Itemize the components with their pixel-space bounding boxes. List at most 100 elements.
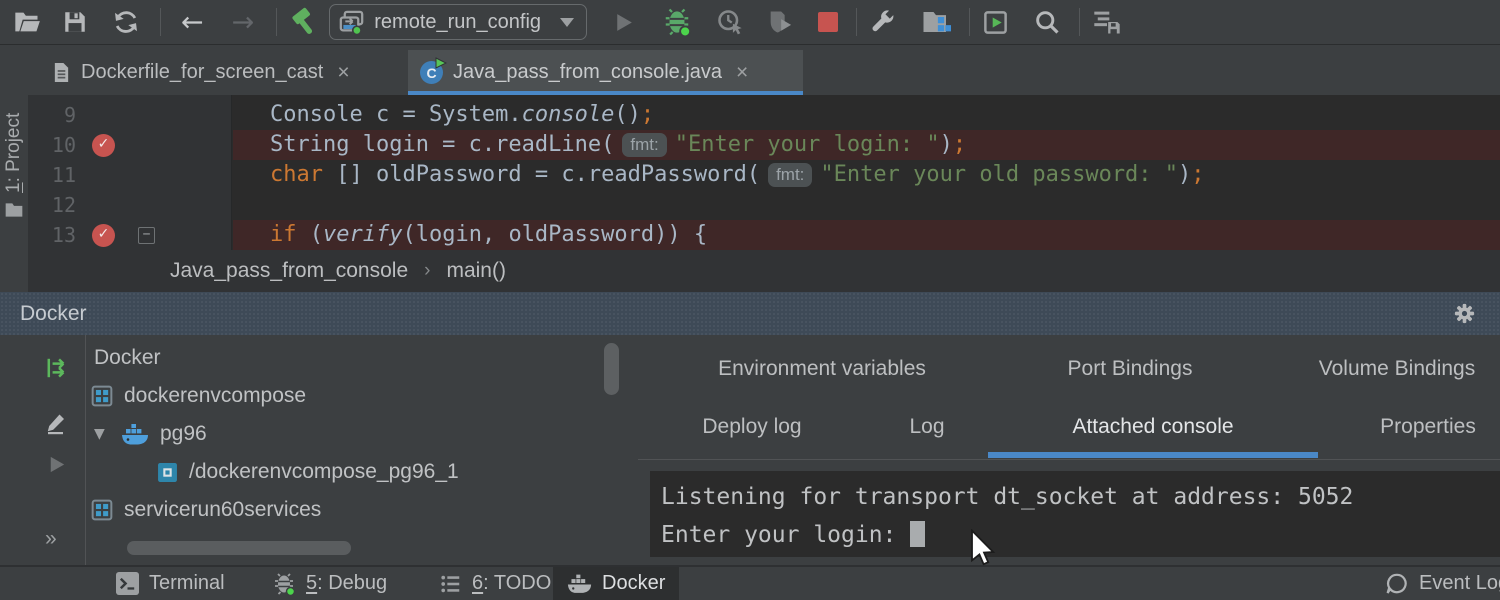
toolbar-separator	[160, 8, 161, 36]
debug-icon[interactable]	[662, 7, 692, 37]
code-line-breakpoint: if (verify(login, oldPassword)) {	[233, 220, 1500, 250]
tab-label: Dockerfile_for_screen_cast	[81, 61, 323, 84]
toolbar-separator	[276, 8, 277, 36]
code-line	[233, 190, 1500, 220]
tab-log[interactable]: Log	[909, 415, 944, 439]
line-number: 11	[28, 163, 76, 187]
run-configuration-label: remote_run_config	[374, 11, 541, 34]
statusbar-item-terminal[interactable]: Terminal	[116, 567, 225, 600]
gear-icon[interactable]	[1453, 302, 1476, 325]
statusbar-label: Terminal	[149, 572, 225, 595]
close-icon[interactable]: ×	[736, 63, 748, 83]
tree-item-servicerun60services[interactable]: servicerun60services	[86, 491, 628, 529]
breakpoint-icon[interactable]	[92, 134, 115, 157]
edit-pencil-icon[interactable]	[45, 411, 69, 435]
close-icon[interactable]: ×	[337, 63, 349, 83]
tree-item-container[interactable]: /dockerenvcompose_pg96_1	[86, 453, 628, 491]
statusbar-label: 5: Debug	[306, 572, 387, 595]
code-line: Console c = System.console();	[233, 100, 1500, 130]
editor-gutter: 9 10 11 12 13	[28, 95, 232, 250]
attached-console-output[interactable]: Listening for transport dt_socket at add…	[650, 471, 1500, 557]
coverage-icon[interactable]	[716, 8, 744, 36]
save-icon[interactable]	[62, 9, 88, 35]
project-folder-icon	[4, 200, 24, 220]
code-line-breakpoint: String login = c.readLine(fmt:"Enter you…	[233, 130, 1500, 160]
fold-collapse-icon[interactable]	[138, 227, 155, 244]
tree-item-pg96[interactable]: ▼ pg96	[86, 415, 628, 453]
breadcrumb: Java_pass_from_console › main()	[28, 250, 1500, 292]
sidebar-item-project[interactable]: 1: Project	[0, 106, 28, 220]
docker-tree: Docker dockerenvcompose ▼ pg96 /dockere	[86, 335, 628, 565]
project-structure-icon[interactable]	[921, 7, 951, 37]
breadcrumb-file[interactable]: Java_pass_from_console	[170, 259, 408, 283]
line-number: 13	[28, 223, 76, 247]
statusbar-item-debug[interactable]: 5: Debug	[272, 567, 387, 600]
stripe-label: 1: Project	[3, 113, 25, 193]
deployment-upload-icon[interactable]	[1092, 8, 1122, 36]
tab-label: Java_pass_from_console.java	[453, 61, 722, 84]
mouse-cursor	[970, 529, 996, 567]
tab-properties[interactable]: Properties	[1380, 415, 1476, 439]
synchronize-icon[interactable]	[112, 8, 140, 36]
tree-item-label: /dockerenvcompose_pg96_1	[189, 460, 459, 484]
line-number: 12	[28, 193, 76, 217]
tree-item-docker-root[interactable]: Docker	[86, 339, 628, 377]
docker-tool-window: » Docker dockerenvcompose ▼ pg96	[0, 335, 1500, 565]
build-hammer-icon[interactable]	[289, 7, 319, 37]
tool-window-title: Docker	[20, 302, 87, 326]
more-chevrons-icon[interactable]: »	[45, 527, 58, 551]
tab-dockerfile[interactable]: Dockerfile_for_screen_cast ×	[40, 50, 406, 95]
docker-whale-icon	[567, 574, 592, 594]
back-icon[interactable]: ←	[181, 9, 204, 36]
horizontal-scrollbar[interactable]	[127, 541, 351, 555]
ide-window: ← → remote_run_config	[0, 0, 1500, 600]
tree-item-label: servicerun60services	[124, 498, 321, 522]
tab-port-bindings[interactable]: Port Bindings	[1068, 357, 1193, 381]
text-cursor	[910, 521, 925, 547]
docker-toolbar: »	[28, 335, 86, 565]
connect-icon[interactable]	[45, 355, 71, 381]
event-log-bubble-icon	[1385, 572, 1409, 596]
tab-attached-console[interactable]: Attached console	[1072, 415, 1233, 439]
active-tab-underline	[988, 452, 1318, 458]
statusbar-item-event-log[interactable]: Event Log	[1385, 567, 1500, 600]
run-icon[interactable]	[611, 10, 636, 35]
bug-icon	[272, 572, 296, 596]
code-editor[interactable]: Console c = System.console(); String log…	[28, 95, 1500, 250]
file-icon	[52, 61, 71, 84]
statusbar-item-docker[interactable]: Docker	[553, 567, 679, 600]
tab-deploy-log[interactable]: Deploy log	[702, 415, 801, 439]
profiler-icon[interactable]	[766, 8, 794, 36]
tab-java-pass-from-console[interactable]: C Java_pass_from_console.java ×	[408, 50, 803, 95]
tab-volume-bindings[interactable]: Volume Bindings	[1319, 357, 1475, 381]
tab-environment-variables[interactable]: Environment variables	[718, 357, 926, 381]
stop-icon[interactable]	[818, 12, 838, 32]
breadcrumb-separator-icon: ›	[424, 260, 430, 282]
console-line: Listening for transport dt_socket at add…	[661, 478, 1500, 516]
run-configuration-select[interactable]: remote_run_config	[329, 4, 587, 40]
vertical-scrollbar[interactable]	[604, 343, 619, 395]
line-number: 9	[28, 103, 76, 127]
editor-tab-bar: Dockerfile_for_screen_cast × C Java_pass…	[28, 45, 1500, 95]
statusbar-item-todo[interactable]: 6: TODO	[440, 567, 551, 600]
chevron-down-icon	[560, 18, 574, 27]
breakpoint-icon[interactable]	[92, 224, 115, 247]
statusbar-label: Event Log	[1419, 572, 1500, 595]
chevron-expanded-icon[interactable]: ▼	[94, 426, 110, 442]
compose-icon	[91, 499, 113, 521]
settings-wrench-icon[interactable]	[869, 8, 897, 36]
open-icon[interactable]	[13, 8, 41, 36]
forward-icon[interactable]: →	[232, 9, 255, 36]
search-everywhere-icon[interactable]	[1033, 8, 1061, 36]
run-anything-icon[interactable]	[982, 9, 1009, 36]
docker-detail-panel: Environment variables Port Bindings Volu…	[628, 335, 1500, 565]
terminal-icon	[116, 572, 139, 595]
tree-item-dockerenvcompose[interactable]: dockerenvcompose	[86, 377, 628, 415]
statusbar-label: 6: TODO	[472, 572, 551, 595]
statusbar-label: Docker	[602, 572, 665, 595]
breadcrumb-member[interactable]: main()	[446, 259, 506, 283]
run-container-icon[interactable]	[45, 453, 68, 476]
java-class-icon: C	[420, 61, 443, 84]
docker-whale-icon	[121, 423, 149, 446]
line-number: 10	[28, 133, 76, 157]
